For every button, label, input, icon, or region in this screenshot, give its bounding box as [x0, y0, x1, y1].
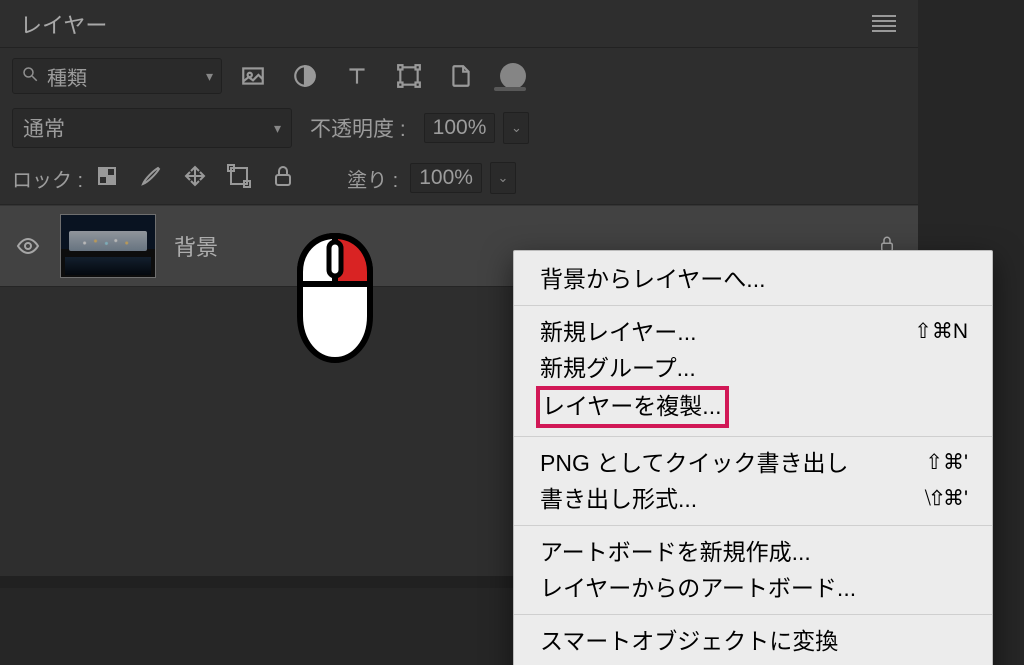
chevron-down-icon[interactable]: ⌄ [503, 112, 529, 144]
cm-separator [514, 436, 992, 437]
filter-smart-icon[interactable] [448, 63, 474, 89]
cm-group-2: 新規レイヤー... ⇧⌘N 新規グループ... レイヤーを複製... [514, 310, 992, 432]
filter-adjust-icon[interactable] [292, 63, 318, 89]
blend-mode-value: 通常 [23, 113, 65, 143]
lock-row: ロック : 塗り : 100% ⌄ [0, 156, 918, 205]
lock-icons [95, 164, 295, 193]
cm-item-new-layer[interactable]: 新規レイヤー... ⇧⌘N [514, 314, 992, 350]
fill-field[interactable]: 100% ⌄ [410, 162, 516, 194]
visibility-eye-icon[interactable] [14, 232, 42, 260]
cm-item-background-to-layer[interactable]: 背景からレイヤーへ... [514, 261, 992, 297]
lock-position-icon[interactable] [183, 164, 207, 193]
cm-label: スマートオブジェクトに変換 [540, 625, 838, 657]
panel-header: レイヤー [0, 0, 918, 48]
chevron-down-icon: ▾ [206, 68, 213, 85]
cm-label: 新規レイヤー... [540, 316, 696, 348]
blend-mode-select[interactable]: 通常 ▾ [12, 108, 292, 148]
opacity-value: 100% [424, 113, 496, 143]
chevron-down-icon[interactable]: ⌄ [490, 162, 516, 194]
cm-group-1: 背景からレイヤーへ... [514, 257, 992, 301]
filter-type-icon[interactable] [344, 63, 370, 89]
cm-label: 新規グループ... [540, 352, 696, 384]
cm-separator [514, 614, 992, 615]
blend-row: 通常 ▾ 不透明度 : 100% ⌄ [0, 102, 918, 156]
filter-type-icons [240, 63, 526, 89]
cm-item-duplicate-layer[interactable]: レイヤーを複製... [514, 386, 992, 428]
cm-separator [514, 525, 992, 526]
lock-label: ロック : [12, 164, 83, 193]
cm-item-mask-all-objects[interactable]: すべてのオブジェクトをマスク [514, 659, 992, 665]
right-click-mouse-icon [290, 232, 380, 364]
cm-group-3: PNG としてクイック書き出し ⇧⌘' 書き出し形式... ⧵⇧⌘' [514, 441, 992, 521]
panel-menu-icon[interactable] [872, 15, 896, 33]
filter-pixel-icon[interactable] [240, 63, 266, 89]
lock-artboard-icon[interactable] [227, 164, 251, 193]
cm-label: アートボードを新規作成... [540, 536, 811, 568]
cm-item-artboard-from-layer[interactable]: レイヤーからのアートボード... [514, 570, 992, 606]
layer-filter-select[interactable]: 種類 ▾ [12, 58, 222, 94]
layer-name: 背景 [174, 230, 218, 262]
cm-shortcut: ⇧⌘' [925, 447, 968, 479]
cm-item-new-group[interactable]: 新規グループ... [514, 350, 992, 386]
lock-brush-icon[interactable] [139, 164, 163, 193]
layer-filter-label: 種類 [47, 62, 198, 91]
opacity-field[interactable]: 100% ⌄ [424, 112, 530, 144]
cm-group-4: アートボードを新規作成... レイヤーからのアートボード... [514, 530, 992, 610]
opacity-label: 不透明度 : [310, 113, 406, 143]
cm-label-highlighted: レイヤーを複製... [536, 386, 729, 428]
cm-separator [514, 305, 992, 306]
cm-label: すべてのオブジェクトをマスク [540, 661, 859, 665]
filter-row: 種類 ▾ [0, 48, 918, 102]
chevron-down-icon: ▾ [274, 120, 281, 137]
cm-label: レイヤーからのアートボード... [540, 572, 856, 604]
filter-shape-icon[interactable] [396, 63, 422, 89]
lock-transparent-icon[interactable] [95, 164, 119, 193]
layer-context-menu: 背景からレイヤーへ... 新規レイヤー... ⇧⌘N 新規グループ... レイヤ… [513, 250, 993, 665]
cm-item-new-artboard[interactable]: アートボードを新規作成... [514, 534, 992, 570]
cm-item-export-as[interactable]: 書き出し形式... ⧵⇧⌘' [514, 481, 992, 517]
filter-toggle-switch[interactable] [500, 63, 526, 89]
search-icon [21, 65, 39, 88]
layer-thumbnail[interactable] [60, 214, 156, 278]
cm-item-quick-export-png[interactable]: PNG としてクイック書き出し ⇧⌘' [514, 445, 992, 481]
lock-all-icon[interactable] [271, 164, 295, 193]
fill-label: 塗り : [347, 164, 398, 193]
cm-item-convert-smart-object[interactable]: スマートオブジェクトに変換 [514, 623, 992, 659]
cm-shortcut: ⧵⇧⌘' [924, 483, 968, 515]
panel-title[interactable]: レイヤー [12, 4, 115, 44]
cm-label: 背景からレイヤーへ... [540, 263, 765, 295]
cm-label: 書き出し形式... [540, 483, 697, 515]
fill-value: 100% [410, 163, 482, 193]
cm-shortcut: ⇧⌘N [914, 316, 968, 348]
cm-group-5: スマートオブジェクトに変換 すべてのオブジェクトをマスク [514, 619, 992, 665]
cm-label: PNG としてクイック書き出し [540, 447, 849, 479]
